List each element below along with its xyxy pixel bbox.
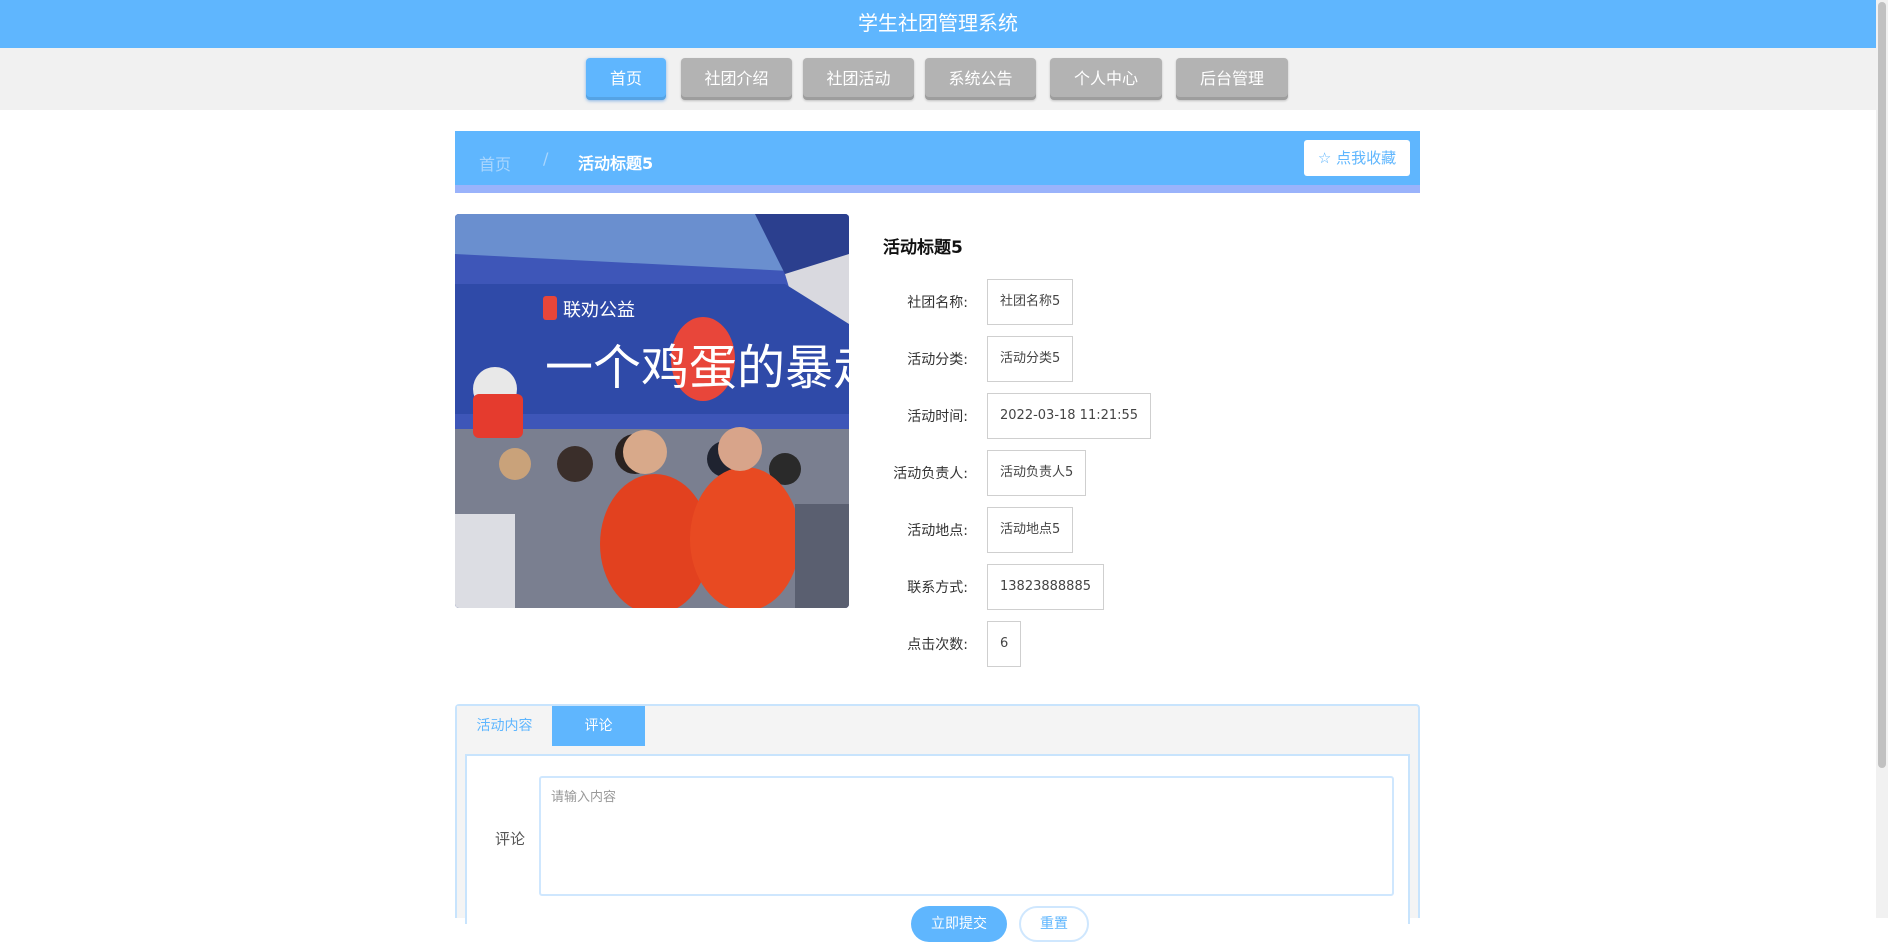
comment-input[interactable] xyxy=(539,776,1394,896)
breadcrumb-current: 活动标题5 xyxy=(578,154,654,173)
nav-item-club-intro[interactable]: 社团介绍 xyxy=(681,58,792,100)
field-label-location: 活动地点: xyxy=(907,523,968,539)
photo-banner-text: 一个鸡蛋的暴走 xyxy=(545,340,849,396)
detail-tabs: 活动内容 评论 评论 立即提交 重置 xyxy=(455,704,1420,942)
breadcrumb: 首页 / 活动标题5 ☆ 点我收藏 xyxy=(455,131,1420,193)
field-value-contact: 13823888885 xyxy=(987,564,1104,610)
favorite-button[interactable]: ☆ 点我收藏 xyxy=(1304,140,1410,176)
nav-item-home[interactable]: 首页 xyxy=(586,58,666,100)
activity-title: 活动标题5 xyxy=(883,238,963,258)
comment-panel: 评论 立即提交 重置 xyxy=(465,754,1410,942)
breadcrumb-separator: / xyxy=(543,149,549,168)
site-title: 学生社团管理系统 xyxy=(858,11,1018,35)
breadcrumb-home-link[interactable]: 首页 xyxy=(479,151,511,175)
comment-field-label: 评论 xyxy=(495,830,526,848)
field-label-club-name: 社团名称: xyxy=(907,295,968,311)
field-label-time: 活动时间: xyxy=(907,409,968,425)
field-value-organizer: 活动负责人5 xyxy=(987,450,1087,496)
tab-activity-content[interactable]: 活动内容 xyxy=(457,706,552,746)
field-value-category: 活动分类5 xyxy=(987,336,1074,382)
photo-logo-text: 联劝公益 xyxy=(563,300,635,321)
activity-photo: 联劝公益 一个鸡蛋的暴走 xyxy=(455,214,849,608)
nav-item-personal-center[interactable]: 个人中心 xyxy=(1050,58,1162,100)
tab-comments[interactable]: 评论 xyxy=(552,706,645,746)
top-header-bar: 学生社团管理系统 xyxy=(0,0,1876,48)
field-label-clicks: 点击次数: xyxy=(907,637,968,653)
page-scrollbar[interactable] xyxy=(1876,0,1888,918)
field-value-club-name: 社团名称5 xyxy=(987,279,1074,325)
nav-item-announcements[interactable]: 系统公告 xyxy=(925,58,1036,100)
field-value-location: 活动地点5 xyxy=(987,507,1074,553)
scrollbar-thumb[interactable] xyxy=(1878,2,1886,768)
submit-comment-button[interactable]: 立即提交 xyxy=(911,906,1007,942)
field-label-organizer: 活动负责人: xyxy=(893,466,968,482)
nav-item-club-activities[interactable]: 社团活动 xyxy=(803,58,914,100)
activity-photo-illustration: 联劝公益 一个鸡蛋的暴走 xyxy=(455,214,849,608)
star-outline-icon: ☆ xyxy=(1317,149,1332,167)
nav-item-admin[interactable]: 后台管理 xyxy=(1176,58,1288,100)
main-nav: 首页 社团介绍 社团活动 系统公告 个人中心 后台管理 xyxy=(0,48,1876,110)
favorite-button-label: 点我收藏 xyxy=(1336,149,1397,167)
field-label-contact: 联系方式: xyxy=(907,580,968,596)
field-value-clicks: 6 xyxy=(987,621,1022,667)
reset-button[interactable]: 重置 xyxy=(1019,906,1089,942)
field-value-time: 2022-03-18 11:21:55 xyxy=(987,393,1152,439)
field-label-category: 活动分类: xyxy=(907,352,968,368)
